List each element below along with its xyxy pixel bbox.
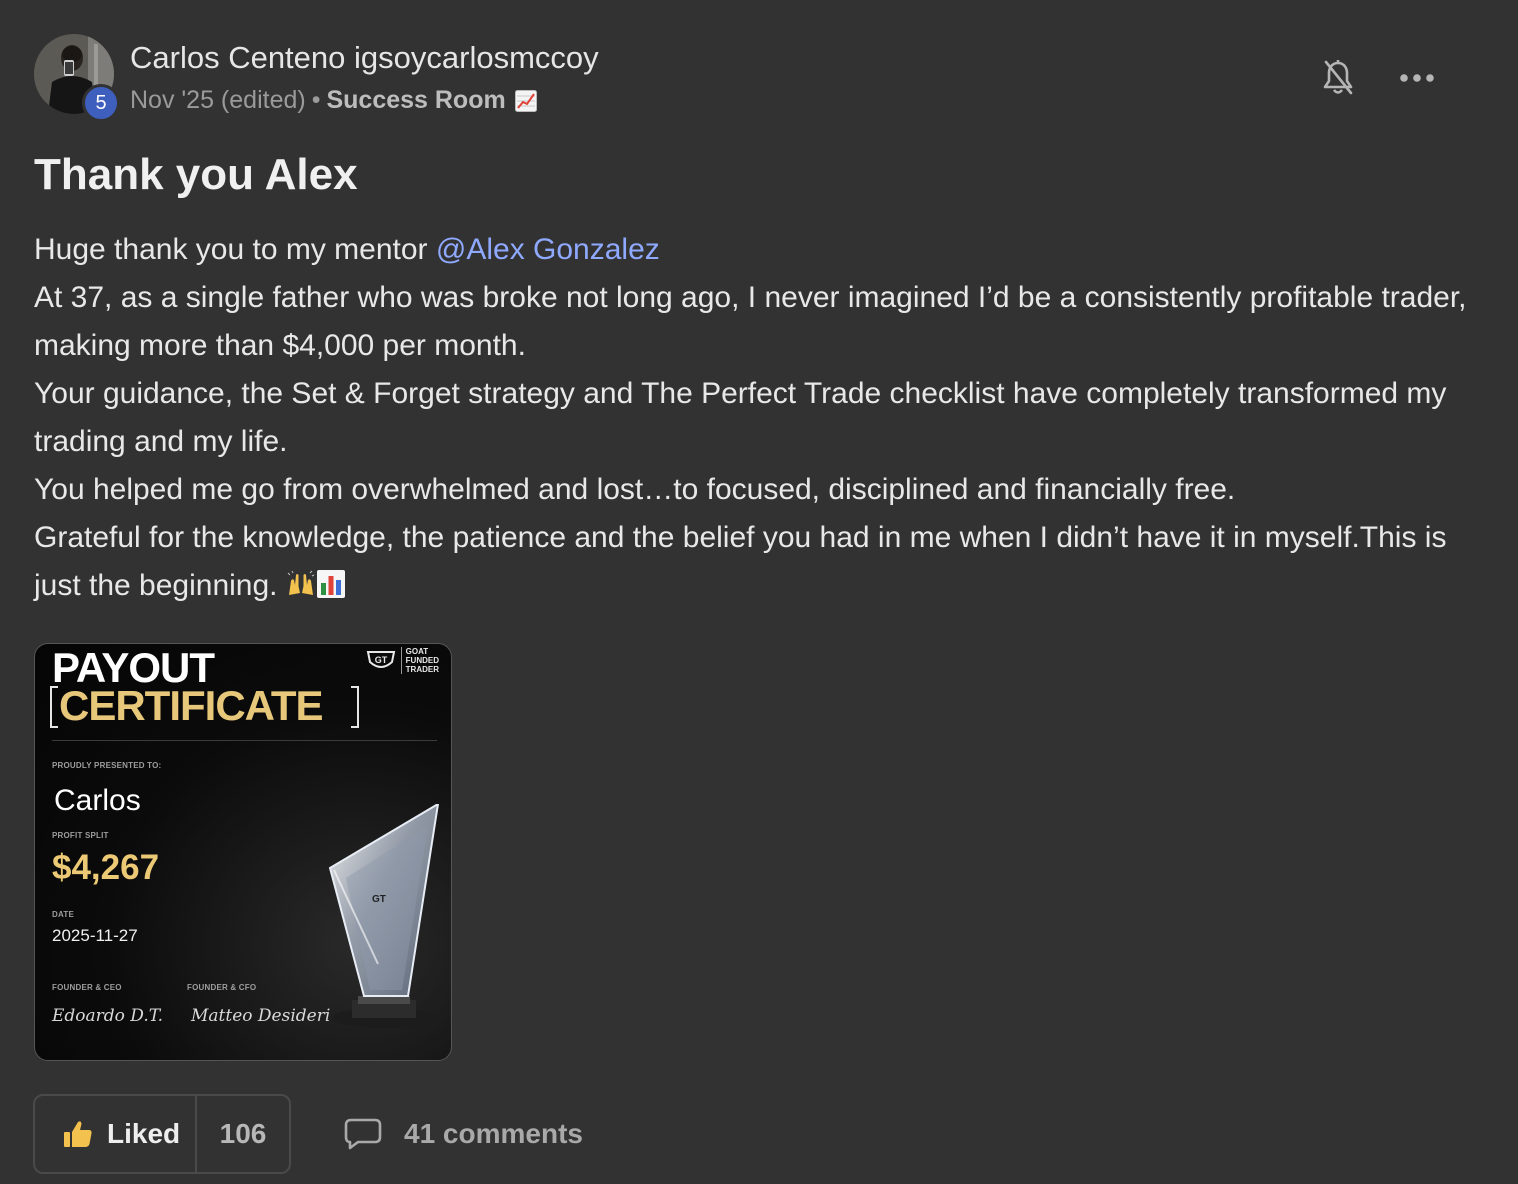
chart-increasing-emoji-icon	[514, 89, 537, 112]
more-options-button[interactable]	[1394, 56, 1440, 100]
bracket-right	[351, 686, 359, 728]
post-body: Huge thank you to my mentor @Alex Gonzal…	[34, 226, 1474, 610]
brand-text: GOAT FUNDED TRADER	[400, 647, 439, 674]
mention-link[interactable]: @Alex Gonzalez	[436, 233, 660, 266]
raising-hands-emoji-icon	[286, 566, 316, 596]
payout-certificate-image[interactable]: PAYOUT CERTIFICATE GT GOAT FUNDED TRADER…	[34, 643, 452, 1061]
like-button[interactable]: Liked	[35, 1096, 197, 1172]
certificate-brand-logo: GT GOAT FUNDED TRADER	[366, 647, 439, 674]
body-line-1: Huge thank you to my mentor @Alex Gonzal…	[34, 226, 1474, 274]
cfo-label: FOUNDER & CFO	[187, 983, 257, 992]
body-paragraph-5: Grateful for the knowledge, the patience…	[34, 514, 1474, 610]
community-post: 5 Carlos Centeno igsoycarlosmccoy Nov '2…	[0, 0, 1518, 1184]
like-label: Liked	[107, 1118, 181, 1149]
certificate-date: 2025-11-27	[52, 926, 138, 945]
bar-chart-emoji-icon	[316, 566, 346, 598]
body-paragraph-4: You helped me go from overwhelmed and lo…	[34, 473, 1236, 506]
post-date: Nov '25 (edited)	[130, 86, 306, 114]
level-badge: 5	[82, 84, 120, 122]
brand-line-2: FUNDED	[405, 656, 439, 665]
bell-off-icon	[1323, 60, 1353, 95]
post-title: Thank you Alex	[34, 150, 358, 199]
body-paragraph-3: Your guidance, the Set & Forget strategy…	[34, 377, 1447, 458]
brand-line-1: GOAT	[405, 647, 429, 656]
ceo-label: FOUNDER & CEO	[52, 983, 122, 992]
bracket-left	[50, 686, 58, 728]
thumbs-up-icon	[64, 1121, 92, 1147]
like-count[interactable]: 106	[197, 1096, 289, 1172]
comment-bubble-icon	[344, 1118, 382, 1150]
profit-split-label: PROFIT SPLIT	[52, 831, 109, 840]
comments-label: 41 comments	[404, 1118, 583, 1149]
notification-toggle-button[interactable]	[1316, 56, 1360, 100]
cfo-signature: Matteo Desideri	[191, 1006, 331, 1026]
svg-text:GT: GT	[374, 655, 387, 665]
body-paragraph-2: At 37, as a single father who was broke …	[34, 281, 1467, 362]
post-meta: Nov '25 (edited) • Success Room	[130, 86, 537, 115]
like-control: Liked 106	[33, 1094, 291, 1174]
recipient-name: Carlos	[54, 784, 141, 817]
goat-shield-icon: GT	[366, 650, 395, 668]
author-avatar[interactable]: 5	[34, 34, 120, 122]
trophy-icon: GT	[328, 804, 440, 1028]
body-line-1-text: Huge thank you to my mentor	[34, 233, 436, 266]
presented-label: PROUDLY PRESENTED TO:	[52, 761, 162, 770]
category-link[interactable]: Success Room	[326, 86, 505, 115]
meta-separator: •	[311, 86, 321, 114]
brand-line-3: TRADER	[405, 665, 439, 674]
more-horizontal-icon	[1400, 74, 1434, 82]
body-paragraph-5-text: Grateful for the knowledge, the patience…	[34, 521, 1447, 602]
svg-text:GT: GT	[372, 894, 386, 905]
payout-amount: $4,267	[52, 848, 160, 887]
date-label: DATE	[52, 910, 74, 919]
certificate-divider	[52, 740, 437, 741]
ceo-signature: Edoardo D.T.	[52, 1006, 163, 1026]
certificate-heading-certificate: CERTIFICATE	[59, 682, 324, 729]
author-name[interactable]: Carlos Centeno igsoycarlosmccoy	[130, 40, 599, 76]
comments-button[interactable]: 41 comments	[344, 1112, 583, 1156]
